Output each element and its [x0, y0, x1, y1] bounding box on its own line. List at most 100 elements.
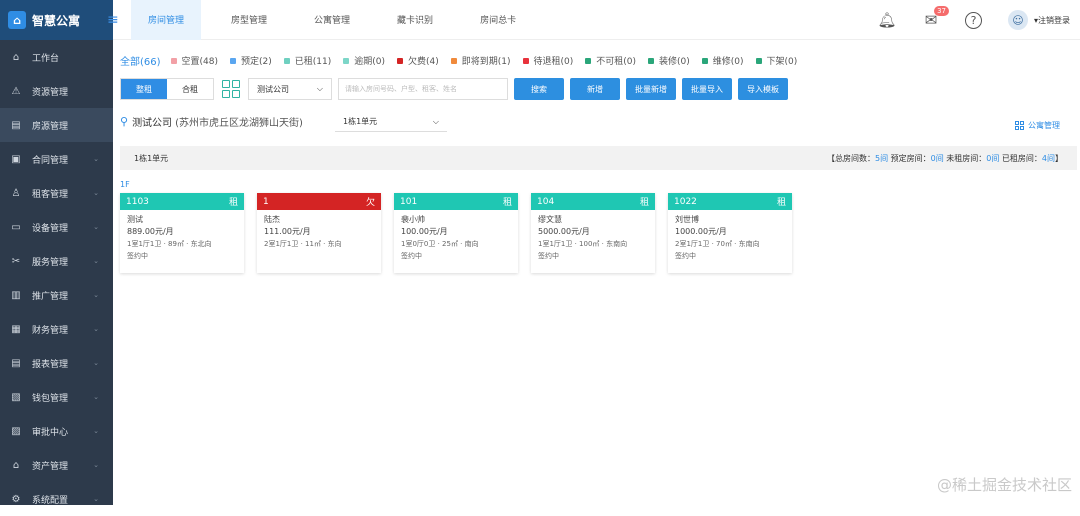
sidebar-item-11[interactable]: ▨ 审批中心 ⌄	[0, 414, 113, 448]
company-select[interactable]: 测试公司 ⌵	[248, 78, 332, 100]
avatar[interactable]: ☺	[1007, 10, 1028, 30]
filter-item-8[interactable]: 装修(0)	[648, 54, 690, 67]
sidebar-item-3[interactable]: ▣ 合同管理 ⌄	[0, 142, 113, 176]
filter-item-4[interactable]: 欠费(4)	[397, 54, 439, 67]
bell-icon[interactable]: 🔔︎	[877, 10, 897, 30]
filter-item-7[interactable]: 不可租(0)	[585, 54, 636, 67]
sidebar-item-label: 工作台	[32, 53, 60, 64]
document-icon: ▤	[11, 119, 21, 131]
sidebar-item-0[interactable]: ⌂ 工作台	[0, 40, 113, 74]
sidebar-item-13[interactable]: ⚙ 系统配置 ⌄	[0, 482, 113, 516]
room-price: 1000.00元/月	[675, 227, 727, 236]
unit-select[interactable]: 1栋1单元 ⌵	[335, 112, 447, 132]
sidebar-item-10[interactable]: ▧ 钱包管理 ⌄	[0, 380, 113, 414]
room-cards: 1103 租 测试 889.00元/月 1室1厅1卫 · 89㎡ · 东北向 签…	[120, 193, 805, 273]
asset-icon: ⌂	[12, 459, 20, 471]
brand-logo[interactable]: ⌂ 智慧公寓	[0, 0, 113, 40]
menu-toggle-icon[interactable]: ≡	[107, 12, 123, 28]
sidebar-item-8[interactable]: ▦ 财务管理 ⌄	[0, 312, 113, 346]
filter-item-0[interactable]: 空置(48)	[170, 54, 218, 67]
batch-import-button[interactable]: 批量导入	[682, 78, 732, 100]
tab-3[interactable]: 藏卡识别	[380, 0, 450, 40]
sidebar-item-label: 资源管理	[32, 87, 69, 98]
filter-item-1[interactable]: 预定(2)	[230, 54, 272, 67]
chevron-down-icon: ⌄	[93, 393, 99, 401]
filter-item-9[interactable]: 维修(0)	[701, 54, 744, 67]
sidebar-item-1[interactable]: ⚠ 资源管理	[0, 74, 113, 108]
logout-link[interactable]: ▾注销登录	[1034, 15, 1070, 26]
sidebar-item-6[interactable]: ✂ 服务管理 ⌄	[0, 244, 113, 278]
help-icon[interactable]: ?	[964, 11, 982, 29]
room-card[interactable]: 1022 租 刘世博 1000.00元/月 2室1厅1卫 · 70㎡ · 东南向…	[668, 193, 792, 273]
sidebar-item-9[interactable]: ▤ 报表管理 ⌄	[0, 346, 113, 380]
room-card-header: 1103 租	[120, 193, 244, 210]
sidebar-item-label: 房源管理	[32, 121, 69, 132]
sidebar-item-4[interactable]: ♙ 租客管理 ⌄	[0, 176, 113, 210]
contract-icon: ▣	[11, 153, 21, 165]
home-icon: ⌂	[12, 51, 20, 63]
room-spec: 1室1厅1卫 · 89㎡ · 东北向	[127, 240, 212, 248]
tab-4[interactable]: 房间总卡	[463, 0, 533, 40]
finance-icon: ▦	[11, 323, 21, 335]
status-dot	[397, 57, 403, 64]
room-status-tag: 租	[639, 198, 649, 208]
tab-0[interactable]: 房间管理	[131, 0, 202, 40]
sidebar-item-5[interactable]: ▭ 设备管理 ⌄	[0, 210, 113, 244]
import-template-button[interactable]: 导入模板	[738, 78, 788, 100]
room-card-header: 104 租	[531, 193, 655, 210]
add-button[interactable]: 新增	[570, 78, 620, 100]
room-card[interactable]: 101 租 裴小帅 100.00元/月 1室0厅0卫 · 25㎡ · 南向 签约…	[394, 193, 518, 273]
chevron-down-icon: ⌄	[93, 359, 99, 367]
chevron-down-icon: ⌄	[93, 427, 99, 435]
whole-rent-tab[interactable]: 整租	[121, 79, 167, 99]
top-tabs: 房间管理 房型管理 公寓管理 藏卡识别 房间总卡	[131, 0, 546, 40]
filter-item-10[interactable]: 下架(0)	[755, 54, 797, 67]
room-spec: 1室0厅0卫 · 25㎡ · 南向	[401, 240, 479, 248]
apartment-management-link[interactable]: 公寓管理	[1015, 120, 1060, 131]
approval-icon: ▨	[11, 425, 21, 437]
grid-view-icon[interactable]	[222, 80, 240, 98]
floor-label: 1F	[120, 180, 130, 189]
tab-1[interactable]: 房型管理	[214, 0, 284, 40]
filter-item-2[interactable]: 已租(11)	[283, 54, 331, 67]
promotion-icon: ▥	[11, 289, 21, 301]
sidebar-item-label: 设备管理	[32, 223, 69, 234]
room-status-tag: 租	[502, 198, 512, 208]
room-card[interactable]: 1 欠 陆杰 111.00元/月 2室1厅1卫 · 11㎡ · 东向	[257, 193, 381, 273]
room-card-header: 1 欠	[257, 193, 381, 210]
room-stats: 【总房间数：5间 预定房间：0间 未租房间：0间 已租房间：4间】	[826, 153, 1063, 163]
chevron-down-icon: ⌄	[93, 461, 99, 469]
search-button[interactable]: 搜索	[514, 78, 564, 100]
room-number: 1	[263, 196, 269, 207]
tools-icon: ✂	[11, 255, 21, 267]
chevron-down-icon: ⌄	[93, 325, 99, 333]
status-dot	[170, 57, 177, 64]
tab-2[interactable]: 公寓管理	[297, 0, 367, 40]
room-card[interactable]: 104 租 缪文慧 5000.00元/月 1室1厅1卫 · 100㎡ · 东南向…	[531, 193, 655, 273]
tenant-name: 缪文慧	[538, 215, 562, 224]
room-number: 104	[537, 196, 555, 207]
shared-rent-tab[interactable]: 合租	[167, 79, 213, 99]
sidebar-item-2[interactable]: ▤ 房源管理	[0, 108, 113, 142]
filter-item-5[interactable]: 即将到期(1)	[450, 54, 511, 67]
unit-summary-bar: 1栋1单元 【总房间数：5间 预定房间：0间 未租房间：0间 已租房间：4间】	[120, 146, 1077, 170]
mail-icon[interactable]: ✉ 37	[921, 6, 949, 30]
sidebar-item-7[interactable]: ▥ 推广管理 ⌄	[0, 278, 113, 312]
filter-all[interactable]: 全部(66)	[120, 53, 161, 68]
contract-status: 签约中	[538, 252, 559, 260]
tenant-name: 刘世博	[675, 215, 699, 224]
filter-item-6[interactable]: 待退租(0)	[522, 54, 573, 67]
batch-add-button[interactable]: 批量新增	[626, 78, 676, 100]
sidebar-item-label: 资产管理	[32, 461, 69, 472]
warning-icon: ⚠	[11, 85, 21, 97]
room-card-header: 1022 租	[668, 193, 792, 210]
contract-status: 签约中	[675, 252, 696, 260]
sidebar-item-12[interactable]: ⌂ 资产管理 ⌄	[0, 448, 113, 482]
report-icon: ▤	[11, 357, 21, 369]
filter-item-3[interactable]: 逾期(0)	[343, 54, 385, 67]
search-input[interactable]: 请输入房间号码、户型、租客、姓名	[338, 78, 508, 100]
room-card[interactable]: 1103 租 测试 889.00元/月 1室1厅1卫 · 89㎡ · 东北向 签…	[120, 193, 244, 273]
unit-label: 1栋1单元	[134, 153, 169, 163]
mail-badge: 37	[934, 6, 949, 16]
sidebar-item-label: 租客管理	[32, 189, 69, 200]
